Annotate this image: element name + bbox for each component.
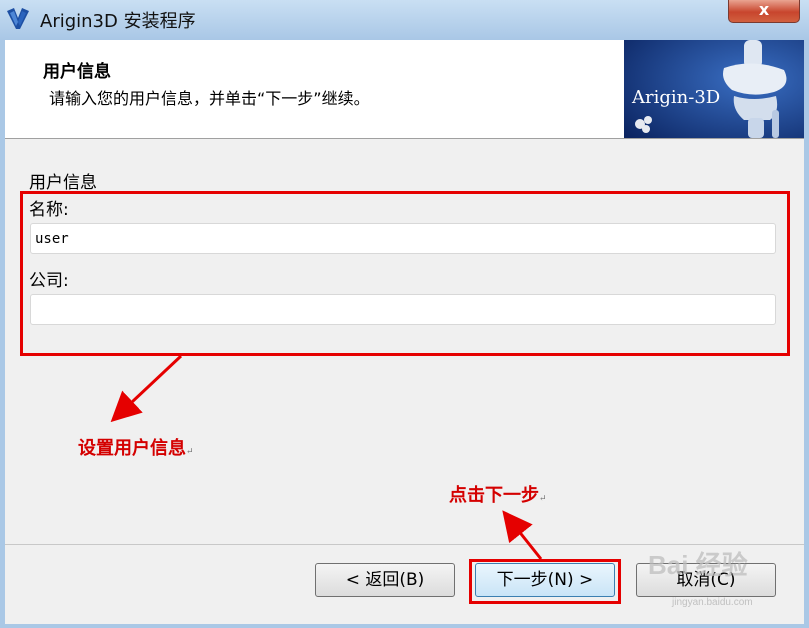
user-info-highlight-box <box>20 191 790 356</box>
installer-window: Arigin3D 安装程序 x 用户信息 请输入您的用户信息，并单击“下一步”继… <box>0 0 809 628</box>
watermark-logo: Bai 经验 <box>648 550 748 580</box>
page-subtitle: 请输入您的用户信息，并单击“下一步”继续。 <box>49 89 370 108</box>
annotation-set-user-info: 设置用户信息↵ <box>78 438 194 459</box>
back-button[interactable]: < 返回(B) <box>315 563 455 597</box>
watermark-url: jingyan.baidu.com <box>672 597 753 608</box>
next-button-highlight-box <box>469 559 621 604</box>
banner-image: Arigin-3D <box>624 40 804 138</box>
close-icon: x <box>758 0 770 19</box>
annotation-click-next: 点击下一步↵ <box>449 485 547 506</box>
window-title: Arigin3D 安装程序 <box>40 11 196 32</box>
wizard-header: 用户信息 请输入您的用户信息，并单击“下一步”继续。 Arigin-3D <box>5 40 804 139</box>
page-title: 用户信息 <box>43 62 111 82</box>
section-label: 用户信息 <box>29 173 97 193</box>
title-bar[interactable]: Arigin3D 安装程序 x <box>0 0 809 40</box>
close-button[interactable]: x <box>728 0 800 23</box>
banner-text: Arigin-3D <box>632 87 721 108</box>
app-icon <box>7 8 29 29</box>
